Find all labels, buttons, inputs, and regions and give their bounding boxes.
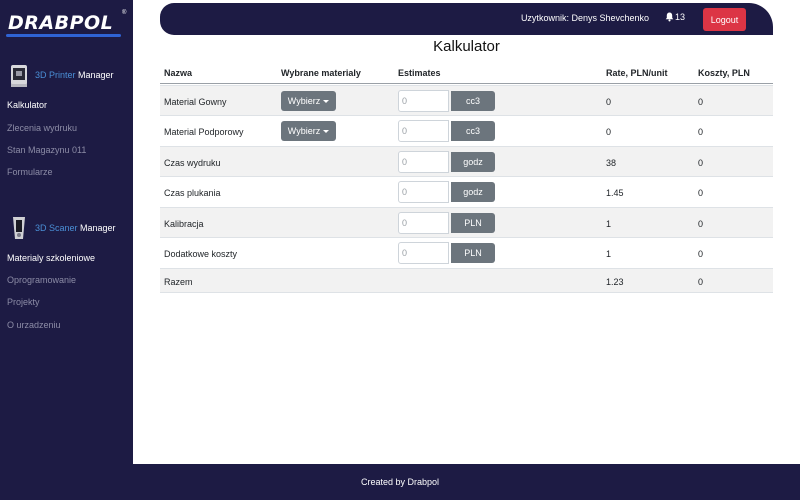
scanner-manager-label: Manager — [77, 223, 116, 233]
column-header-koszty: Koszty, PLN — [698, 68, 750, 78]
wybierz-dropdown-button[interactable]: Wybierz — [281, 121, 336, 141]
unit-addon: godz — [451, 152, 495, 172]
user-label: Uzytkownik: Denys Shevchenko — [520, 13, 649, 23]
row-name: Material Gowny — [164, 97, 227, 107]
caret-down-icon — [323, 129, 330, 133]
table-row: Material Gowny Wybierz cc3 0 0 — [160, 85, 773, 115]
page-title: Kalkulator — [433, 38, 500, 55]
table-row: Material Podporowy Wybierz cc3 0 0 — [160, 115, 773, 146]
table-row: Czas wydruku godz 38 0 — [160, 146, 773, 176]
cost-value: 0 — [698, 97, 704, 107]
estimate-input[interactable] — [398, 120, 449, 142]
top-navbar: Uzytkownik: Denys Shevchenko 13 Logout — [160, 3, 773, 35]
unit-addon: PLN — [451, 213, 495, 233]
rate-value: 38 — [606, 158, 617, 168]
sidebar-item-projekty[interactable]: Projekty — [7, 297, 40, 307]
row-name: Dodatkowe koszty — [164, 249, 238, 259]
scanner-manager-highlight: 3D Scaner — [35, 223, 78, 233]
table-row: Dodatkowe koszty PLN 1 0 — [160, 237, 773, 268]
notifications-count: 13 — [674, 12, 685, 22]
total-label: Razem — [164, 277, 193, 287]
row-name: Czas plukania — [164, 188, 221, 198]
drabpol-logo[interactable]: DRABPOL ® — [6, 10, 126, 38]
logout-button[interactable]: Logout — [703, 8, 746, 31]
sidebar-item-materialy-szkoleniowe[interactable]: Materialy szkoleniowe — [7, 253, 95, 263]
rate-value: 0 — [606, 97, 612, 107]
estimate-input[interactable] — [398, 151, 449, 173]
estimate-input[interactable] — [398, 212, 449, 234]
rate-value: 1 — [606, 249, 612, 259]
estimate-input[interactable] — [398, 242, 449, 264]
total-row: Razem 1.23 0 — [160, 268, 773, 293]
cost-value: 0 — [698, 219, 704, 229]
3d-scanner-icon — [13, 217, 25, 239]
footer: Created by Drabpol — [0, 464, 800, 500]
sidebar-item-o-urzadzeniu[interactable]: O urzadzeniu — [7, 320, 61, 330]
cost-value: 0 — [698, 158, 704, 168]
registered-mark: ® — [122, 10, 127, 16]
printer-manager-heading: 3D Printer Manager — [10, 61, 114, 89]
wybierz-dropdown-button[interactable]: Wybierz — [281, 91, 336, 111]
unit-addon: PLN — [451, 243, 495, 263]
estimate-input[interactable] — [398, 181, 449, 203]
caret-down-icon — [323, 99, 330, 103]
logo-text: DRABPOL — [8, 12, 114, 34]
table-row: Kalibracja PLN 1 0 — [160, 207, 773, 237]
column-header-nazwa: Nazwa — [164, 68, 193, 78]
rate-value: 1 — [606, 219, 612, 229]
unit-addon: cc3 — [451, 91, 495, 111]
unit-addon: godz — [451, 182, 495, 202]
sidebar-item-stan-magazynu[interactable]: Stan Magazynu 011 — [7, 145, 86, 155]
scanner-manager-heading: 3D Scaner Manager — [10, 214, 116, 242]
sidebar-item-formularze[interactable]: Formularze — [7, 167, 53, 177]
sidebar-item-oprogramowanie[interactable]: Oprogramowanie — [7, 275, 76, 285]
rate-value: 1.45 — [606, 188, 624, 198]
estimate-input[interactable] — [398, 90, 449, 112]
unit-addon: cc3 — [451, 121, 495, 141]
total-rate-value: 1.23 — [606, 277, 624, 287]
sidebar: DRABPOL ® 3D Printer Manager Kalkulator … — [0, 0, 133, 464]
row-name: Kalibracja — [164, 219, 204, 229]
column-header-estimates: Estimates — [398, 68, 441, 78]
column-header-rate: Rate, PLN/unit — [606, 68, 668, 78]
table-row: Czas plukania godz 1.45 0 — [160, 176, 773, 207]
logo-underline — [6, 34, 121, 37]
cost-value: 0 — [698, 249, 704, 259]
dropdown-label: Wybierz — [287, 126, 321, 136]
notifications[interactable]: 13 — [665, 12, 685, 22]
printer-manager-highlight: 3D Printer — [35, 70, 76, 80]
printer-manager-label: Manager — [75, 70, 114, 80]
total-cost-value: 0 — [698, 277, 704, 287]
sidebar-item-kalkulator[interactable]: Kalkulator — [7, 100, 47, 110]
column-header-wybrane-materialy: Wybrane materialy — [281, 68, 361, 78]
table-header: Nazwa Wybrane materialy Estimates Rate, … — [160, 60, 773, 84]
3d-printer-icon — [11, 65, 27, 87]
cost-value: 0 — [698, 188, 704, 198]
bell-icon — [665, 12, 674, 22]
dropdown-label: Wybierz — [287, 96, 321, 106]
row-name: Material Podporowy — [164, 127, 244, 137]
sidebar-item-zlecenia-wydruku[interactable]: Zlecenia wydruku — [7, 123, 77, 133]
rate-value: 0 — [606, 127, 612, 137]
cost-value: 0 — [698, 127, 704, 137]
row-name: Czas wydruku — [164, 158, 221, 168]
